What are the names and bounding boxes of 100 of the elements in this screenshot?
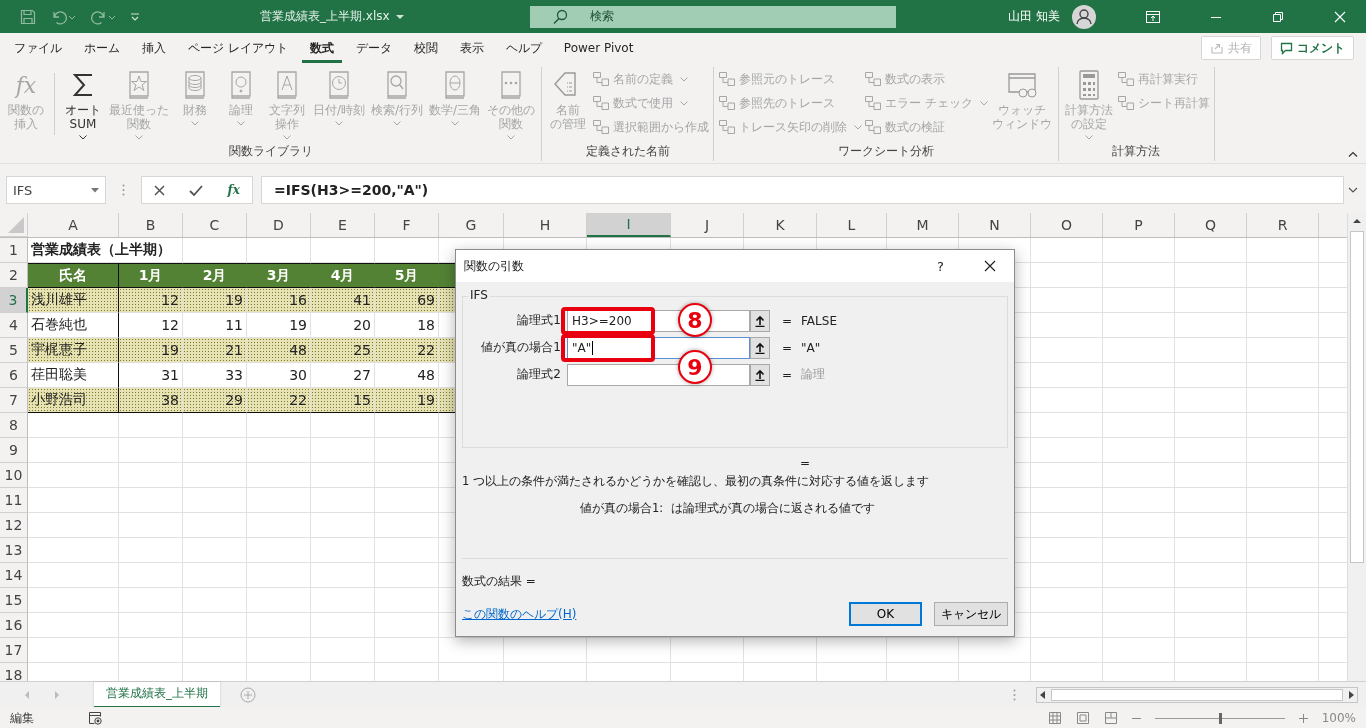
save-icon[interactable] <box>20 8 36 25</box>
redo-icon[interactable] <box>90 8 116 25</box>
file-name[interactable]: 営業成績表_上半期.xlsx <box>260 8 530 25</box>
zoom-slider-thumb[interactable] <box>1218 712 1222 724</box>
table-cell: 19 <box>375 388 439 413</box>
row-header[interactable]: 8 <box>0 413 28 438</box>
step-number-badge: 8 <box>678 303 712 337</box>
row-header[interactable]: 17 <box>0 638 28 663</box>
row-header[interactable]: 1 <box>0 238 28 263</box>
column-header[interactable]: P <box>1103 213 1175 237</box>
dialog-button[interactable]: キャンセル <box>934 602 1008 626</box>
row-header[interactable]: 15 <box>0 588 28 613</box>
scrollbar-thumb[interactable] <box>1350 231 1364 563</box>
ribbon-tab[interactable]: Power Pivot <box>555 33 642 63</box>
column-heading: 5月 <box>375 263 439 288</box>
ribbon-tab[interactable]: 表示 <box>451 33 492 63</box>
ribbon-tab[interactable]: ページ レイアウト <box>180 33 296 63</box>
column-header[interactable]: C <box>183 213 247 237</box>
comment-icon <box>1280 41 1293 55</box>
dialog-button[interactable]: OK <box>849 602 922 626</box>
zoom-in-icon[interactable] <box>1298 713 1308 723</box>
argument-description: は論理式が真の場合に返される値です <box>671 501 876 516</box>
column-header[interactable]: N <box>959 213 1031 237</box>
row-header[interactable]: 11 <box>0 488 28 513</box>
command-icon <box>718 71 737 87</box>
page-break-icon[interactable] <box>1103 711 1118 725</box>
search-field[interactable]: 検索 <box>530 5 896 28</box>
cancel-icon[interactable] <box>154 184 166 196</box>
column-header[interactable]: I <box>587 213 671 237</box>
ribbon-tab[interactable]: ヘルプ <box>497 33 550 63</box>
ribbon-tab[interactable]: 数式 <box>301 33 342 63</box>
name-box[interactable]: IFS <box>6 176 106 204</box>
ribbon-tab[interactable]: ホーム <box>76 33 128 63</box>
collapse-dialog-button[interactable] <box>750 309 770 332</box>
row-header[interactable]: 4 <box>0 313 28 338</box>
collapse-ribbon-icon[interactable] <box>1348 151 1358 157</box>
row-header[interactable]: 9 <box>0 438 28 463</box>
insert-function-button[interactable]: fx <box>227 183 240 197</box>
ribbon-tab[interactable]: データ <box>347 33 400 63</box>
argument-name: 値が真の場合1: <box>580 501 664 516</box>
column-header[interactable]: L <box>817 213 887 237</box>
collapse-dialog-button[interactable] <box>750 363 770 386</box>
page-layout-icon[interactable] <box>1075 711 1090 725</box>
command-icon <box>592 95 611 111</box>
table-cell: 22 <box>247 388 311 413</box>
table-cell: 16 <box>247 288 311 313</box>
row-header[interactable]: 18 <box>0 663 28 681</box>
customize-caret-icon[interactable] <box>130 11 140 22</box>
row-header[interactable]: 7 <box>0 388 28 413</box>
comment-button[interactable]: コメント <box>1271 36 1354 60</box>
close-icon[interactable] <box>984 260 996 272</box>
table-cell: 15 <box>311 388 375 413</box>
column-header[interactable]: M <box>887 213 959 237</box>
sheet-tab[interactable]: 営業成績表_上半期 <box>94 681 220 708</box>
column-header[interactable]: R <box>1247 213 1319 237</box>
collapse-dialog-button[interactable] <box>750 336 770 359</box>
restore-icon[interactable] <box>1272 10 1284 23</box>
argument-label: 値が真の場合1 <box>480 339 562 356</box>
macro-record-icon[interactable] <box>88 711 102 725</box>
column-header[interactable]: A <box>28 213 119 237</box>
equals-sign: = <box>782 313 793 328</box>
column-header[interactable]: D <box>247 213 311 237</box>
column-header[interactable]: F <box>375 213 439 237</box>
column-header[interactable]: E <box>311 213 375 237</box>
help-button[interactable]: ? <box>937 258 944 274</box>
column-header[interactable]: Q <box>1175 213 1247 237</box>
column-header[interactable]: K <box>744 213 817 237</box>
ribbon-tab[interactable]: 校閲 <box>405 33 446 63</box>
row-header[interactable]: 6 <box>0 363 28 388</box>
row-header[interactable]: 14 <box>0 563 28 588</box>
equals-sign: = <box>782 367 793 382</box>
argument-label: 論理式1 <box>516 312 562 329</box>
row-header[interactable]: 10 <box>0 463 28 488</box>
caret-icon <box>395 13 404 20</box>
row-header[interactable]: 5 <box>0 338 28 363</box>
ribbon-tab[interactable]: ファイル <box>6 33 70 63</box>
row-header[interactable]: 2 <box>0 263 28 288</box>
formula-field[interactable]: =IFS(H3>=200,"A") <box>261 176 1344 204</box>
ribbon-button[interactable]: オート SUM <box>61 67 105 143</box>
column-header[interactable]: G <box>439 213 504 237</box>
expand-caret-icon[interactable] <box>1348 187 1358 193</box>
normal-view-icon[interactable] <box>1047 711 1062 725</box>
column-header[interactable]: J <box>671 213 744 237</box>
ribbon-display-icon[interactable] <box>1146 10 1160 23</box>
command-icon <box>864 119 883 135</box>
column-header[interactable]: B <box>119 213 183 237</box>
command-icon <box>1116 95 1135 111</box>
row-header[interactable]: 3 <box>0 288 28 313</box>
command-icon <box>718 95 737 111</box>
ribbon-tab[interactable]: 挿入 <box>134 33 174 63</box>
undo-icon[interactable] <box>50 8 76 25</box>
row-header[interactable]: 13 <box>0 538 28 563</box>
grip-icon[interactable] <box>122 184 125 196</box>
row-header[interactable]: 16 <box>0 613 28 638</box>
avatar-icon[interactable] <box>1072 4 1096 29</box>
help-link[interactable]: この関数のヘルプ(H) <box>462 605 577 623</box>
column-header[interactable]: O <box>1031 213 1103 237</box>
row-header[interactable]: 12 <box>0 513 28 538</box>
horizontal-scrollbar[interactable] <box>1036 686 1358 703</box>
checkmark-icon[interactable] <box>189 184 204 196</box>
